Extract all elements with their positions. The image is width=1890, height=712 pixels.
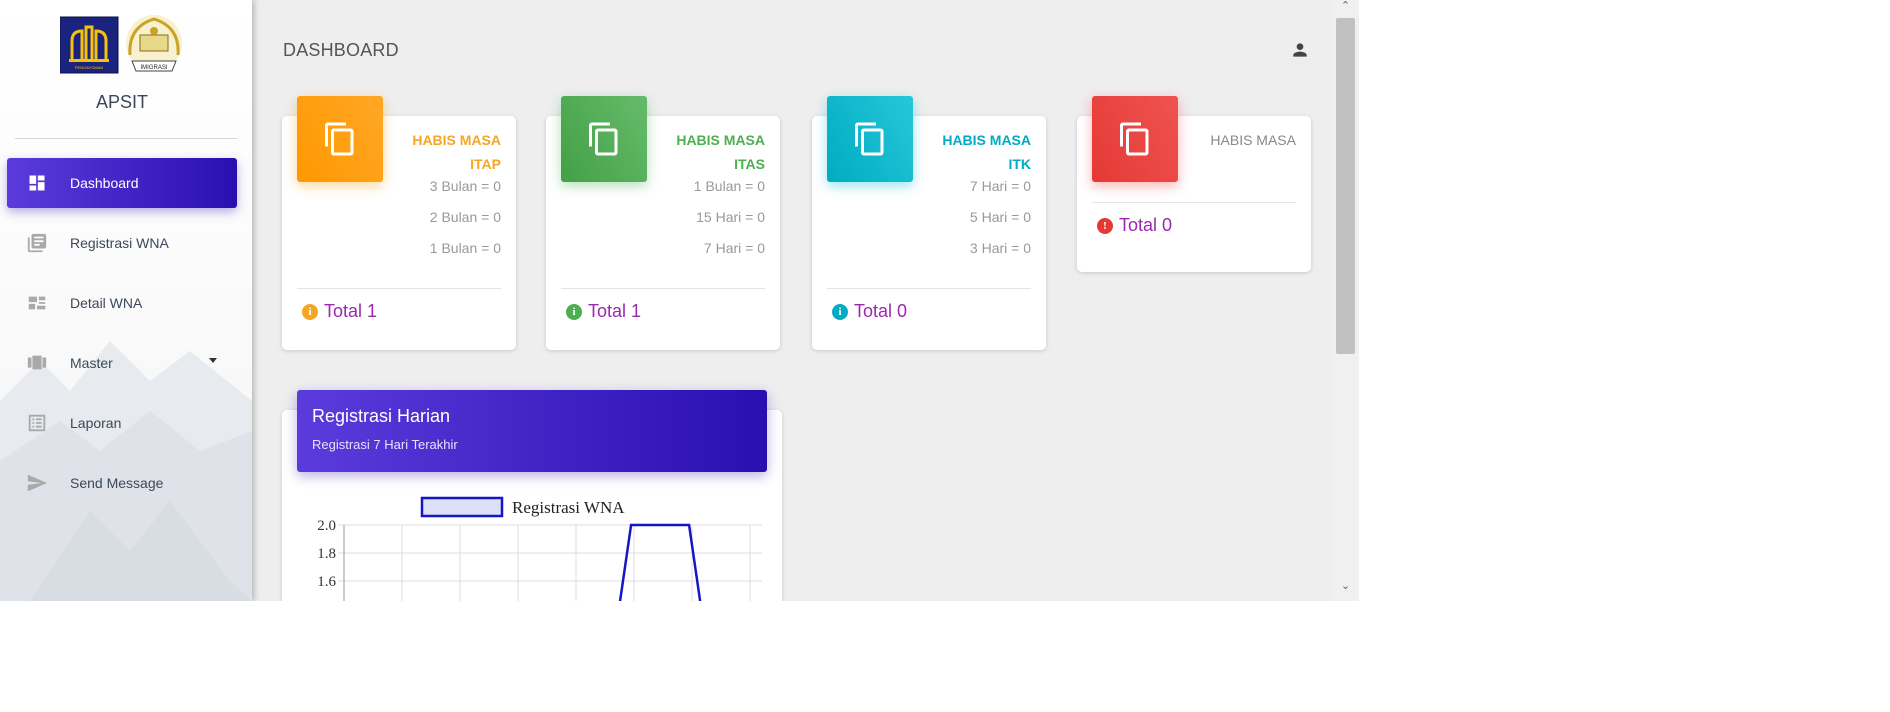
vertical-scrollbar[interactable]: ⌃ ⌄ [1332,0,1359,601]
card-total: i Total 0 [832,301,907,322]
y-tick-label: 1.6 [317,574,336,590]
chart-y-ticks: 2.0 1.8 1.6 [317,518,336,590]
content-copy-icon [297,96,383,182]
card-row: 3 Bulan = 0 [429,178,501,194]
scroll-up-icon[interactable]: ⌃ [1332,0,1359,13]
brand-name: APSIT [95,92,148,112]
card-row: 1 Bulan = 0 [693,178,765,194]
library-books-icon [26,232,48,254]
card-divider [297,288,501,289]
sidebar-item-send-message[interactable]: Send Message [7,458,237,508]
card-itk: HABIS MASA ITK 7 Hari = 0 5 Hari = 0 3 Ha… [812,96,1046,350]
sidebar-divider [15,138,237,139]
app-window: PENGAYOMAN IMIGRASI APSIT Dashboard Regi… [0,0,1359,601]
card-row: 3 Hari = 0 [969,240,1031,256]
send-icon [26,472,48,494]
sidebar-item-detail-wna[interactable]: Detail WNA [7,278,237,328]
sidebar: PENGAYOMAN IMIGRASI APSIT Dashboard Regi… [0,0,252,601]
sidebar-item-master[interactable]: Master [7,338,237,388]
card-row: 15 Hari = 0 [696,209,765,225]
view-carousel-icon [26,352,48,374]
sidebar-item-laporan[interactable]: Laporan [7,398,237,448]
card-divider [561,288,765,289]
card-title: HABIS MASA [1210,132,1296,148]
content-copy-icon [827,96,913,182]
scroll-down-icon[interactable]: ⌄ [1332,577,1359,593]
card-row: 7 Hari = 0 [969,178,1031,194]
sidebar-item-label: Detail WNA [70,295,143,311]
logo-text-pengayoman: PENGAYOMAN [75,65,103,70]
card-itas: HABIS MASA ITAS 1 Bulan = 0 15 Hari = 0 7… [546,96,780,350]
dashboard-icon [26,172,48,194]
sidebar-item-label: Registrasi WNA [70,235,169,251]
page-title: DASHBOARD [283,40,399,60]
series-line-registrasi-wna [618,523,702,601]
legend-label: Registrasi WNA [512,498,625,517]
sidebar-item-registrasi-wna[interactable]: Registrasi WNA [7,218,237,268]
sidebar-item-label: Master [70,355,113,371]
card-total: ! Total 0 [1097,215,1172,236]
dashboard-split-icon [26,292,48,314]
chart-legend: Registrasi WNA [420,496,625,518]
card-row: 1 Bulan = 0 [429,240,501,256]
card-total: i Total 1 [302,301,377,322]
card-divider [1092,202,1296,203]
card-row: 5 Hari = 0 [969,209,1031,225]
registrasi-chart: 2.0 1.8 1.6 Registrasi WNA [317,496,762,601]
scrollbar-thumb[interactable] [1336,18,1355,354]
card-title: HABIS MASA ITAP [412,132,501,172]
sidebar-item-dashboard[interactable]: Dashboard [7,158,237,208]
registrasi-header: Registrasi Harian Registrasi 7 Hari Tera… [297,390,767,472]
info-icon: i [302,303,318,320]
chevron-down-icon [209,358,217,363]
legend-swatch [420,496,504,518]
logo-text-imigrasi: IMIGRASI [140,65,167,71]
card-habis-masa: HABIS MASA ! Total 0 [1077,96,1311,272]
registrasi-title: Registrasi Harian [312,406,451,426]
sidebar-item-label: Send Message [70,475,164,491]
content-copy-icon [1092,96,1178,182]
card-total: i Total 1 [566,301,641,322]
card-title: HABIS MASA ITK [942,132,1031,172]
info-icon: i [566,303,582,320]
logo: PENGAYOMAN IMIGRASI [59,15,187,75]
sidebar-item-label: Laporan [70,415,122,431]
card-divider [827,288,1031,289]
info-icon: ! [1097,217,1113,234]
card-row: 2 Bulan = 0 [429,209,501,225]
y-tick-label: 1.8 [317,546,336,562]
card-row: 7 Hari = 0 [703,240,765,256]
registrasi-subtitle: Registrasi 7 Hari Terakhir [312,437,458,452]
card-title: HABIS MASA ITAS [676,132,765,172]
content-copy-icon [561,96,647,182]
y-tick-label: 2.0 [317,518,336,534]
person-icon[interactable] [1290,40,1310,60]
info-icon: i [832,303,848,320]
card-itap: HABIS MASA ITAP 3 Bulan = 0 2 Bulan = 0 1… [282,96,516,350]
sidebar-item-label: Dashboard [70,175,139,191]
list-alt-icon [26,412,48,434]
